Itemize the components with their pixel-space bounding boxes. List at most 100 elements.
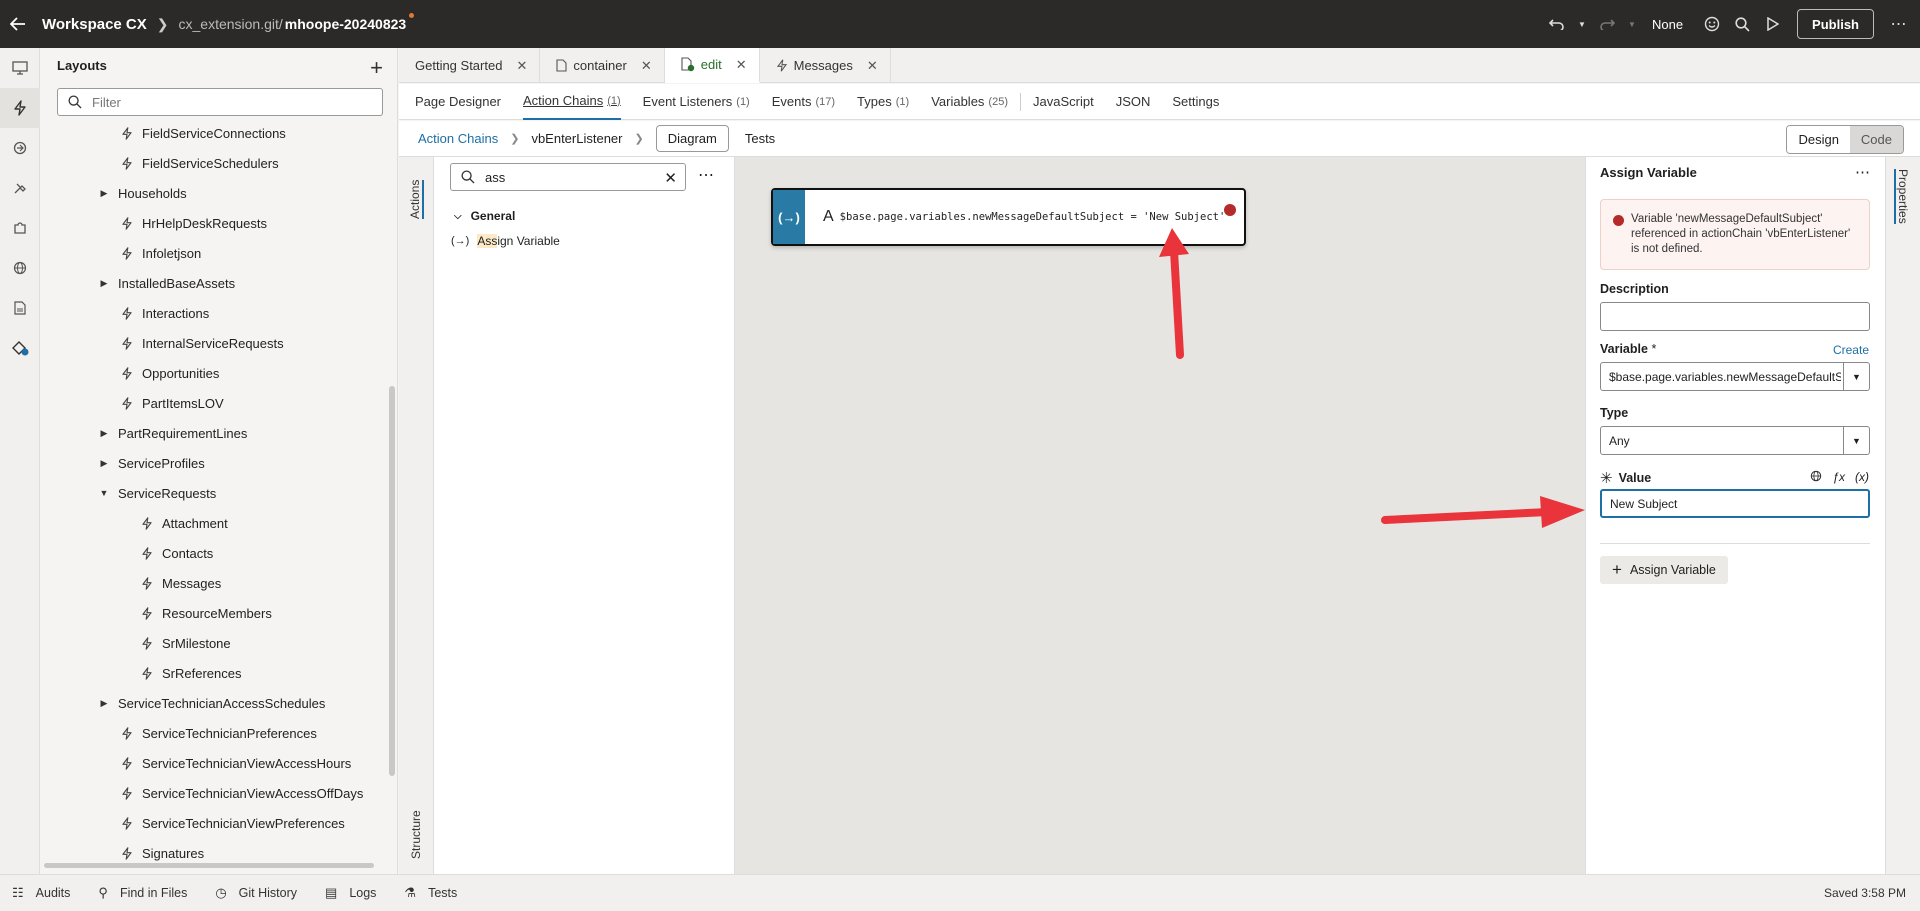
actions-side-tab[interactable]: Actions — [408, 179, 424, 219]
tree-item[interactable]: HrHelpDeskRequests — [40, 208, 388, 238]
tree-item[interactable]: ▶ ServiceProfiles — [40, 448, 388, 478]
tree-item[interactable]: ServiceTechnicianPreferences — [40, 718, 388, 748]
app-title[interactable]: Workspace CX — [42, 16, 147, 33]
search-icon[interactable] — [1727, 9, 1757, 39]
caret-down-icon[interactable]: ▼ — [98, 488, 110, 498]
extensions-puzzle-icon[interactable] — [0, 208, 40, 248]
components-icon[interactable] — [0, 168, 40, 208]
pages-monitor-icon[interactable] — [0, 48, 40, 88]
design-button[interactable]: Design — [1787, 126, 1850, 153]
breadcrumb-action-chains[interactable]: Action Chains — [418, 131, 498, 146]
caret-right-icon[interactable]: ▶ — [98, 278, 110, 289]
assign-variable-action[interactable]: (→) Ass ign Variable — [451, 234, 560, 248]
undo-menu-chevron-icon[interactable]: ▼ — [1572, 9, 1592, 39]
horizontal-scrollbar[interactable] — [44, 863, 374, 868]
services-icon[interactable] — [0, 128, 40, 168]
tree-item[interactable]: PartItemsLOV — [40, 388, 388, 418]
tests-status-button[interactable]: ⚗ Tests — [404, 885, 457, 901]
structure-side-tab[interactable]: Structure — [409, 810, 423, 859]
source-file-icon[interactable] — [0, 288, 40, 328]
redo-icon[interactable] — [1592, 9, 1622, 39]
tab-page-designer[interactable]: Page Designer — [415, 84, 501, 120]
error-icon[interactable] — [1224, 204, 1236, 216]
create-variable-link[interactable]: Create — [1833, 343, 1869, 357]
close-icon[interactable]: ✕ — [867, 58, 878, 74]
tab-event-listeners[interactable]: Event Listeners (1) — [643, 84, 750, 120]
profile-selector[interactable]: None — [1652, 17, 1683, 32]
add-layout-plus-icon[interactable]: + — [370, 55, 383, 81]
variable-select[interactable]: $base.page.variables.newMessageDefaultSu… — [1600, 362, 1870, 391]
tree-item[interactable]: FieldServiceSchedulers — [40, 148, 388, 178]
type-select[interactable]: Any ▼ — [1600, 426, 1870, 455]
back-arrow-icon[interactable] — [0, 0, 36, 48]
function-fx-icon[interactable]: ƒx — [1832, 470, 1845, 484]
git-badge-icon[interactable] — [0, 328, 40, 368]
tab-settings[interactable]: Settings — [1172, 84, 1219, 120]
redo-menu-chevron-icon[interactable]: ▼ — [1622, 9, 1642, 39]
tree-item[interactable]: ServiceTechnicianViewAccessHours — [40, 748, 388, 778]
code-button[interactable]: Code — [1849, 126, 1903, 153]
tree-item[interactable]: ResourceMembers — [40, 598, 388, 628]
tree-item[interactable]: Contacts — [40, 538, 388, 568]
tree-item[interactable]: ▶ PartRequirementLines — [40, 418, 388, 448]
tab-messages[interactable]: Messages ✕ — [760, 48, 891, 83]
diagram-button[interactable]: Diagram — [655, 125, 729, 152]
undo-icon[interactable] — [1542, 9, 1572, 39]
filter-input[interactable]: Filter — [57, 88, 383, 116]
tree-item[interactable]: SrReferences — [40, 658, 388, 688]
properties-side-tab[interactable]: Properties — [1894, 169, 1910, 224]
logs-button[interactable]: ▤ Logs — [325, 885, 376, 901]
tab-action-chains[interactable]: Action Chains (1) — [523, 84, 621, 120]
assign-variable-node[interactable]: (→) A $base.page.variables.newMessageDef… — [771, 188, 1246, 246]
tab-javascript[interactable]: JavaScript — [1033, 84, 1094, 120]
description-field[interactable] — [1600, 302, 1870, 331]
value-input[interactable]: New Subject — [1600, 489, 1870, 518]
tab-json[interactable]: JSON — [1116, 84, 1151, 120]
tree-item[interactable]: FieldServiceConnections — [40, 118, 388, 148]
tree-item[interactable]: Signatures — [40, 838, 388, 866]
variable-x-icon[interactable]: (x) — [1855, 470, 1869, 484]
vertical-scrollbar[interactable] — [389, 386, 395, 776]
tree-item[interactable]: ▼ ServiceRequests — [40, 478, 388, 508]
caret-right-icon[interactable]: ▶ — [98, 188, 110, 199]
layouts-bolt-icon[interactable] — [0, 88, 40, 128]
tab-variables[interactable]: Variables (25) — [931, 84, 1008, 120]
find-in-files-button[interactable]: ⚲ Find in Files — [98, 885, 187, 901]
tree-item[interactable]: Attachment — [40, 508, 388, 538]
feedback-smiley-icon[interactable] — [1697, 9, 1727, 39]
tab-edit[interactable]: edit ✕ — [664, 48, 760, 83]
more-options-icon[interactable]: ⋯ — [1855, 163, 1871, 181]
tree-item[interactable]: ▶ ServiceTechnicianAccessSchedules — [40, 688, 388, 718]
chevron-down-icon[interactable]: ▼ — [1843, 363, 1869, 390]
web-globe-icon[interactable] — [0, 248, 40, 288]
caret-right-icon[interactable]: ▶ — [98, 698, 110, 709]
publish-button[interactable]: Publish — [1797, 9, 1874, 39]
tab-getting-started[interactable]: Getting Started ✕ — [399, 48, 541, 83]
close-icon[interactable]: ✕ — [641, 58, 652, 74]
tree-item[interactable]: Infoletjson — [40, 238, 388, 268]
globe-icon[interactable] — [1810, 470, 1822, 484]
more-options-icon[interactable]: ⋯ — [698, 165, 715, 185]
git-history-button[interactable]: ◷ Git History — [215, 885, 297, 901]
caret-right-icon[interactable]: ▶ — [98, 428, 110, 439]
tree-item[interactable]: ▶ Households — [40, 178, 388, 208]
more-options-icon[interactable]: ⋯ — [1884, 9, 1914, 39]
tree-item[interactable]: InternalServiceRequests — [40, 328, 388, 358]
tree-item[interactable]: Opportunities — [40, 358, 388, 388]
tab-events[interactable]: Events (17) — [772, 84, 835, 120]
tree-item[interactable]: Messages — [40, 568, 388, 598]
tree-item[interactable]: ServiceTechnicianViewPreferences — [40, 808, 388, 838]
audits-button[interactable]: ☷ Audits — [12, 885, 70, 901]
close-icon[interactable]: ✕ — [736, 57, 747, 73]
actions-search-input[interactable]: ass ✕ — [450, 163, 686, 191]
run-play-icon[interactable] — [1757, 9, 1787, 39]
tree-item[interactable]: ▶ InstalledBaseAssets — [40, 268, 388, 298]
branch-name[interactable]: mhoope-20240823 — [285, 16, 406, 32]
tab-container[interactable]: container ✕ — [540, 48, 665, 83]
group-general[interactable]: ⌵ General — [454, 209, 515, 223]
tree-item[interactable]: SrMilestone — [40, 628, 388, 658]
tree-item[interactable]: ServiceTechnicianViewAccessOffDays — [40, 778, 388, 808]
tree-item[interactable]: Interactions — [40, 298, 388, 328]
chevron-down-icon[interactable]: ▼ — [1843, 427, 1869, 454]
tests-button[interactable]: Tests — [745, 131, 775, 146]
